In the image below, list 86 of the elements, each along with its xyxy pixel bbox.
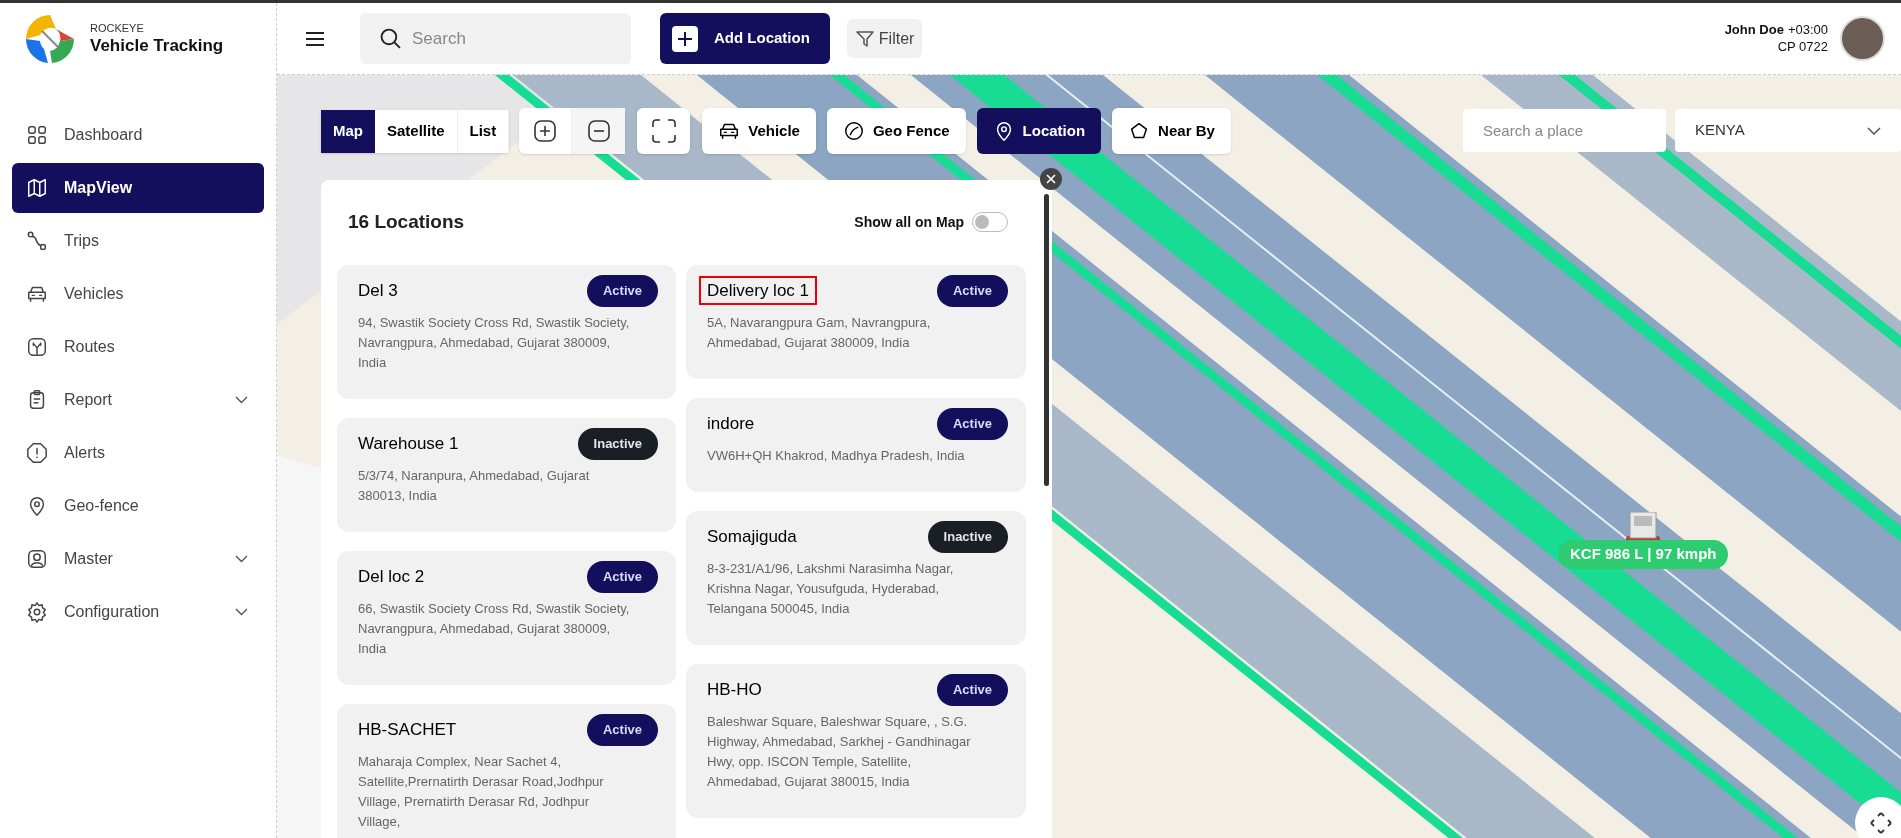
location-card[interactable]: indore Active VW6H+QH Khakrod, Madhya Pradesh, India xyxy=(686,397,1026,492)
location-name: HB-HO xyxy=(707,678,762,701)
status-badge: Active xyxy=(586,560,658,593)
sidebar-item[interactable]: Routes xyxy=(12,322,264,372)
location-name: Warehouse 1 xyxy=(358,432,459,455)
view-mode-tab[interactable]: Satellite xyxy=(375,109,458,153)
zoom-out-button[interactable] xyxy=(572,108,626,154)
menu-icon[interactable] xyxy=(306,31,324,46)
layer-button[interactable]: Location xyxy=(976,108,1102,154)
location-name: Somajiguda xyxy=(707,525,797,548)
user-icon xyxy=(26,548,48,570)
show-all-toggle[interactable] xyxy=(972,212,1008,233)
chevron-down-icon[interactable] xyxy=(235,608,248,616)
alert-icon xyxy=(26,442,48,464)
location-name: HB-SACHET xyxy=(358,718,457,741)
minus-icon xyxy=(586,119,611,143)
status-badge: Inactive xyxy=(577,427,658,460)
location-card[interactable]: Warehouse 1 Inactive 5/3/74, Naranpura, Ahmedabad, Gujarat 380013, India xyxy=(337,417,676,532)
avatar[interactable] xyxy=(1840,16,1885,61)
place-search-field[interactable]: Search a place xyxy=(1463,109,1666,152)
location-address: Baleshwar Square, Baleshwar Square, , S.G. Highway, Ahmedabad, Sarkhej - Gandhinagar Hwy, opp. ISCON Temple, Satellite, Ahmedabad, Gujarat 380015, India xyxy=(707,712,972,791)
layer-button[interactable]: Geo Fence xyxy=(826,108,966,154)
settings-icon xyxy=(26,601,48,623)
brand-name: Vehicle Tracking xyxy=(90,35,224,57)
show-all-label: Show all on Map xyxy=(854,212,964,232)
location-address: 5A, Navarangpura Gam, Navrangpura, Ahmedabad, Gujarat 380009, India xyxy=(707,313,932,352)
location-card[interactable]: HB-HO Active Baleshwar Square, Baleshwar Square, , S.G. Highway, Ahmedabad, Sarkhej - Gandhinagar Hwy, opp. ISCON Temple, Satellite, Ahmedabad, Gujarat 380015, India xyxy=(686,663,1026,818)
circle-icon xyxy=(842,120,865,142)
plus-icon xyxy=(533,119,558,143)
sidebar-item[interactable]: Geo-fence xyxy=(12,481,264,531)
fullscreen-icon xyxy=(650,118,677,144)
sidebar-item[interactable]: Dashboard xyxy=(12,110,264,160)
sidebar-item[interactable]: Configuration xyxy=(12,587,264,637)
search-icon xyxy=(380,28,401,49)
country-dropdown[interactable]: KENYA xyxy=(1675,109,1901,152)
plus-icon xyxy=(672,25,698,52)
user-code: CP 0722 xyxy=(1777,38,1828,55)
brand-subtitle: ROCKEYE xyxy=(90,21,145,36)
sidebar-item[interactable]: Master xyxy=(12,534,264,584)
filter-icon xyxy=(854,28,875,49)
grid-icon xyxy=(26,124,48,146)
status-badge: Active xyxy=(586,713,658,746)
filter-button[interactable]: Filter xyxy=(846,19,923,58)
location-card[interactable]: Delivery loc 1 Active 5A, Navarangpura Gam, Navrangpura, Ahmedabad, Gujarat 380009, India xyxy=(686,264,1026,379)
sidebar-item[interactable]: MapView xyxy=(12,163,264,213)
status-badge: Active xyxy=(936,673,1008,706)
location-name: Delivery loc 1 xyxy=(699,275,818,306)
location-address: 94, Swastik Society Cross Rd, Swastik Society, Navrangpura, Ahmedabad, Gujarat 380009, India xyxy=(358,313,630,372)
chevron-down-icon[interactable] xyxy=(235,555,248,563)
status-badge: Active xyxy=(936,274,1008,307)
location-card[interactable]: Del 3 Active 94, Swastik Society Cross Rd, Swastik Society, Navrangpura, Ahmedabad, Gujarat 380009, India xyxy=(337,264,676,399)
fullscreen-button[interactable] xyxy=(637,108,691,154)
location-address: VW6H+QH Khakrod, Madhya Pradesh, India xyxy=(707,446,966,465)
location-name: Del loc 2 xyxy=(358,565,425,588)
status-badge: Active xyxy=(586,274,658,307)
sidebar-item[interactable]: Trips xyxy=(12,216,264,266)
map-icon xyxy=(26,177,48,199)
location-address: Maharaja Complex, Near Sachet 4, Satellite,Prernatirth Derasar Road,Jodhpur Village, Prernatirth Derasar Rd, Jodhpur Village, xyxy=(358,752,605,831)
user-name: John Doe xyxy=(1724,22,1784,39)
location-card[interactable]: Del loc 2 Active 66, Swastik Society Cross Rd, Swastik Society, Navrangpura, Ahmedabad, Gujarat 380009, India xyxy=(337,550,676,685)
panel-title: 16 Locations xyxy=(348,210,465,234)
location-name: Del 3 xyxy=(358,279,398,302)
layer-button[interactable]: Vehicle xyxy=(702,108,816,154)
sidebar-item[interactable]: Report xyxy=(12,375,264,425)
expand-icon xyxy=(1869,811,1893,835)
close-icon xyxy=(1046,174,1056,184)
chevron-down-icon xyxy=(1867,126,1881,135)
status-badge: Active xyxy=(936,407,1008,440)
route-icon xyxy=(26,230,48,252)
search-field[interactable]: Search xyxy=(360,13,631,64)
location-address: 5/3/74, Naranpura, Ahmedabad, Gujarat 380013, India xyxy=(358,466,591,505)
location-card[interactable]: Somajiguda Inactive 8-3-231/A1/96, Lakshmi Narasimha Nagar, Krishna Nagar, Yousufguda, Hyderabad, Telangana 500045, India xyxy=(686,510,1026,645)
user-timezone: +03:00 xyxy=(1787,22,1828,39)
location-address: 8-3-231/A1/96, Lakshmi Narasimha Nagar, Krishna Nagar, Yousufguda, Hyderabad, Telangana 500045, India xyxy=(707,559,955,618)
add-location-button[interactable]: Add Location xyxy=(660,13,830,64)
sidebar-item[interactable]: Alerts xyxy=(12,428,264,478)
scrollbar[interactable] xyxy=(1044,194,1049,486)
status-badge: Inactive xyxy=(927,520,1008,553)
location-address: 66, Swastik Society Cross Rd, Swastik Society, Navrangpura, Ahmedabad, Gujarat 380009, India xyxy=(358,599,630,658)
location-name: indore xyxy=(707,412,755,435)
layer-button[interactable]: Near By xyxy=(1112,108,1231,154)
location-card[interactable]: HB-SACHET Active Maharaja Complex, Near Sachet 4, Satellite,Prernatirth Derasar Road,Jodhpur Village, Prernatirth Derasar Rd, Jodhpur Village, xyxy=(337,703,676,838)
sidebar-item[interactable]: Vehicles xyxy=(12,269,264,319)
view-mode-tab[interactable]: List xyxy=(457,109,510,153)
view-mode-tab[interactable]: Map xyxy=(321,109,375,153)
chevron-down-icon[interactable] xyxy=(235,396,248,404)
